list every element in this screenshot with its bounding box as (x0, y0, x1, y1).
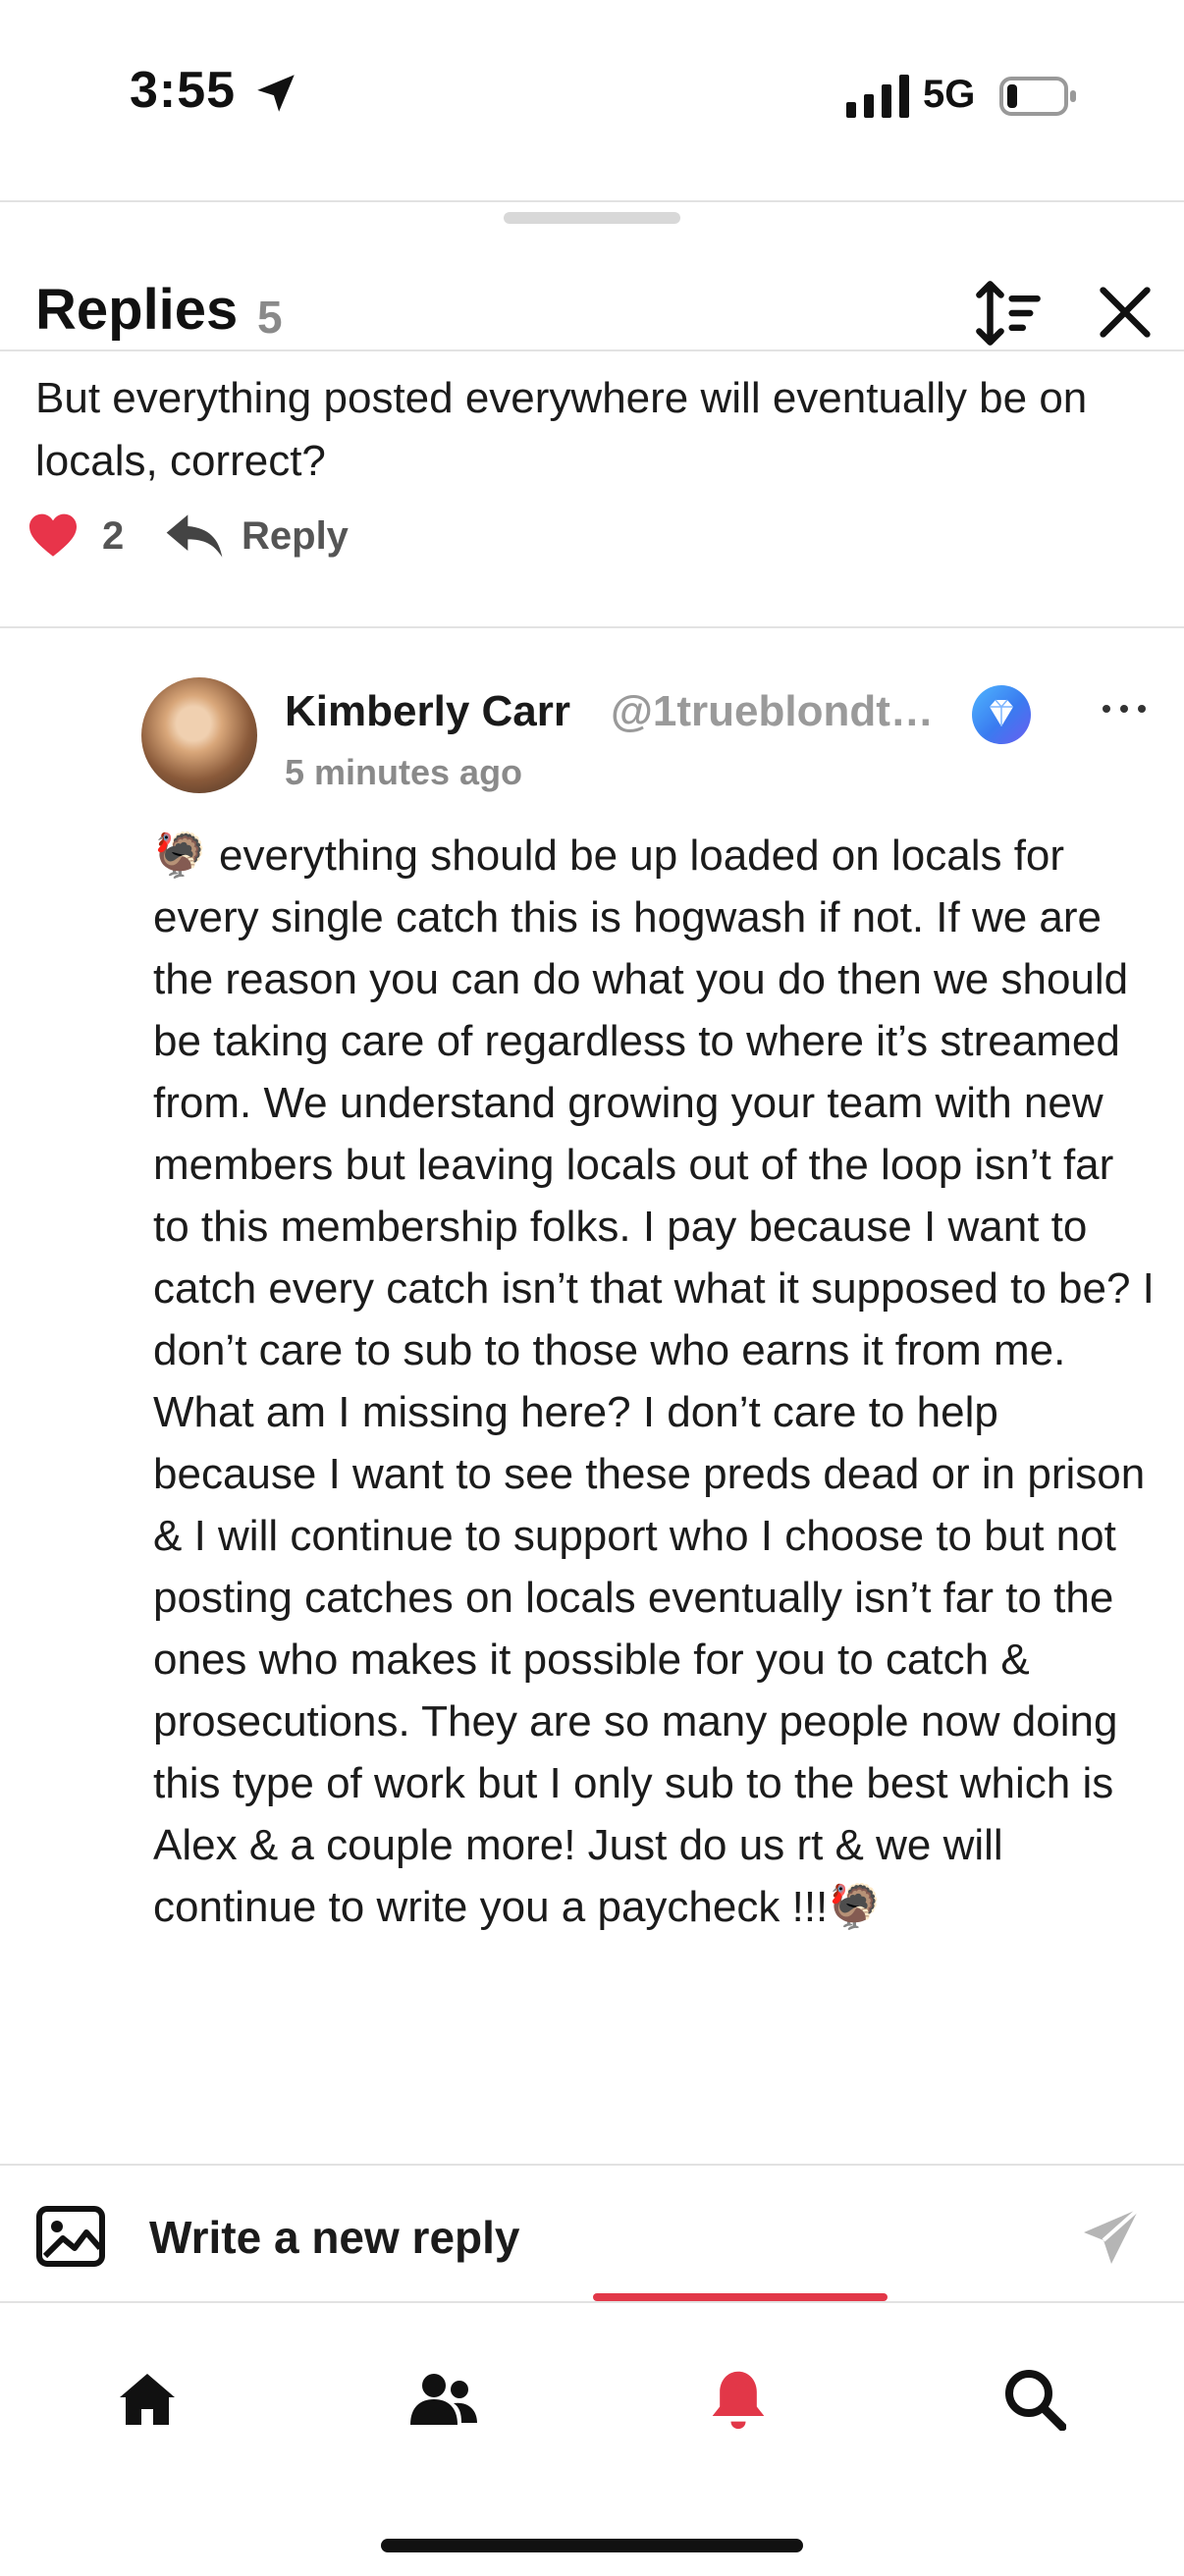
status-time: 3:55 (130, 62, 237, 119)
comment-author[interactable]: Kimberly Carr (285, 687, 570, 736)
parent-reply-text: But everything posted everywhere will ev… (35, 374, 1088, 485)
replies-count: 5 (257, 292, 283, 343)
reply-arrow-icon[interactable] (165, 510, 224, 562)
comment-body: 🦃 everything should be up loaded on loca… (153, 832, 1155, 1931)
tab-bar (0, 2293, 1184, 2576)
avatar[interactable] (141, 677, 257, 793)
comment-handle[interactable]: @1trueblondt… (611, 687, 934, 736)
diamond-badge-icon (972, 685, 1031, 744)
like-count: 2 (102, 514, 125, 558)
comment-timestamp: 5 minutes ago (285, 752, 523, 792)
home-indicator (381, 2539, 803, 2552)
active-tab-indicator (593, 2293, 888, 2301)
sheet-grabber[interactable] (504, 212, 680, 224)
bell-icon[interactable] (707, 2368, 770, 2431)
status-bar: 3:55 5G (0, 0, 1184, 196)
people-icon[interactable] (410, 2368, 477, 2431)
image-icon[interactable] (35, 2205, 106, 2268)
replies-sheet: Replies 5 But everything posted everywhe… (0, 200, 1184, 2172)
sort-icon[interactable] (972, 277, 1045, 349)
reply-button[interactable]: Reply (242, 514, 349, 559)
battery-icon (999, 77, 1076, 116)
page-title: Replies (35, 278, 239, 342)
close-icon[interactable] (1098, 285, 1153, 340)
reply-composer[interactable]: Write a new reply (0, 2164, 1184, 2303)
comment: Kimberly Carr @1trueblondt… 5 minutes ag… (0, 630, 1184, 2172)
network-type: 5G (923, 73, 976, 116)
sheet-header: Replies 5 (0, 242, 1184, 351)
search-icon[interactable] (1003, 2368, 1066, 2431)
send-icon[interactable] (1080, 2205, 1143, 2268)
reply-input[interactable]: Write a new reply (149, 2211, 520, 2264)
location-arrow-icon (257, 75, 295, 112)
signal-icon (846, 75, 909, 118)
home-icon[interactable] (116, 2368, 179, 2431)
divider (0, 626, 1184, 628)
heart-icon[interactable] (27, 512, 79, 560)
more-icon[interactable] (1100, 699, 1149, 719)
diamond-icon (990, 699, 1013, 726)
